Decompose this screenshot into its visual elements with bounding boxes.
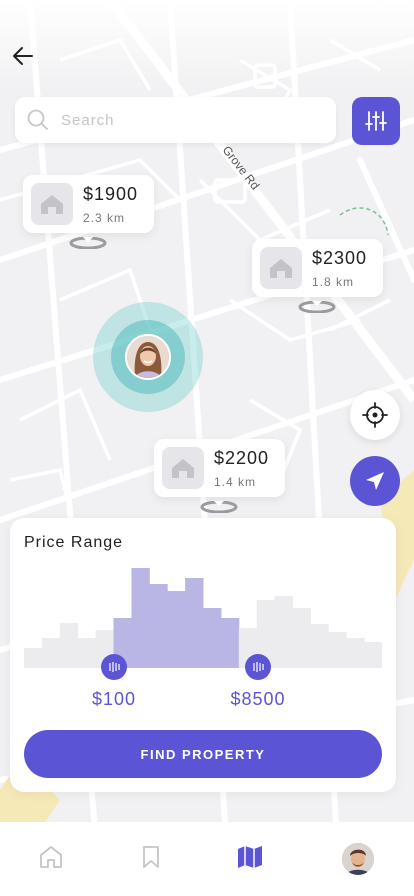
find-property-button[interactable]: FIND PROPERTY (24, 730, 382, 778)
search-icon (27, 109, 48, 130)
histogram-bar (167, 591, 186, 668)
grip-icon (109, 662, 120, 672)
pin-price: $2300 (312, 247, 368, 268)
histogram-bar (59, 623, 79, 668)
pin-distance: 1.4 km (214, 474, 257, 489)
histogram-bar (310, 624, 329, 668)
histogram-bar (203, 608, 222, 668)
search-input[interactable] (61, 111, 301, 129)
histogram-bar (185, 578, 204, 668)
histogram-bar (24, 648, 43, 668)
histogram-bar (220, 618, 240, 668)
histogram-bar (328, 632, 347, 668)
pin-marker-icon (200, 501, 238, 513)
histogram-bar (364, 642, 382, 668)
price-min-handle[interactable] (101, 654, 127, 680)
property-pin-card[interactable]: $1900 2.3 km (23, 175, 154, 233)
histogram-bar (346, 638, 365, 668)
price-range-panel: Price Range $100 $8500 FIND PROPERTY (10, 518, 396, 792)
pin-price: $1900 (83, 183, 139, 204)
sliders-icon (365, 111, 387, 131)
tab-profile-avatar[interactable] (342, 843, 374, 875)
pin-marker-icon (298, 301, 336, 313)
user-portrait-icon (127, 336, 169, 378)
tab-home[interactable] (36, 842, 66, 872)
filter-button[interactable] (352, 97, 400, 145)
navigation-arrow-icon (366, 472, 384, 490)
home-icon (40, 846, 62, 868)
pin-distance: 1.8 km (312, 274, 355, 289)
house-icon (270, 259, 292, 278)
bottom-tab-bar (0, 822, 414, 896)
house-icon (172, 459, 194, 478)
navigate-button[interactable] (350, 456, 400, 506)
grip-icon (253, 662, 264, 672)
property-thumbnail (31, 183, 73, 225)
price-max-label: $8500 (230, 689, 286, 709)
histogram-bar (41, 638, 61, 668)
histogram-bar (292, 608, 311, 668)
histogram-bar (274, 596, 293, 668)
user-avatar (125, 334, 171, 380)
crosshair-icon (362, 402, 388, 428)
bookmark-icon (143, 846, 159, 868)
price-histogram (24, 568, 382, 668)
house-icon (41, 195, 63, 214)
locate-me-button[interactable] (350, 390, 400, 440)
pin-marker-icon (69, 237, 107, 249)
property-pin-card[interactable]: $2300 1.8 km (252, 239, 383, 297)
search-bar[interactable] (15, 97, 336, 143)
histogram-bar (149, 584, 168, 668)
histogram-bar (131, 568, 150, 668)
tab-map[interactable] (235, 842, 265, 872)
property-thumbnail (260, 247, 302, 289)
tab-saved[interactable] (136, 842, 166, 872)
map-top-fade (0, 0, 414, 90)
arrow-left-icon (13, 47, 33, 65)
profile-portrait-icon (342, 843, 374, 875)
histogram-bar (77, 638, 97, 668)
user-location-marker[interactable] (93, 302, 203, 412)
user-location-pulse (111, 320, 185, 394)
map-icon (238, 846, 262, 868)
pin-distance: 2.3 km (83, 210, 126, 225)
price-min-label: $100 (91, 689, 137, 709)
price-range-title: Price Range (24, 534, 124, 551)
property-thumbnail (162, 447, 204, 489)
price-max-handle[interactable] (245, 654, 271, 680)
property-pin-card[interactable]: $2200 1.4 km (154, 439, 285, 497)
pin-price: $2200 (214, 447, 270, 468)
back-button[interactable] (10, 42, 38, 70)
